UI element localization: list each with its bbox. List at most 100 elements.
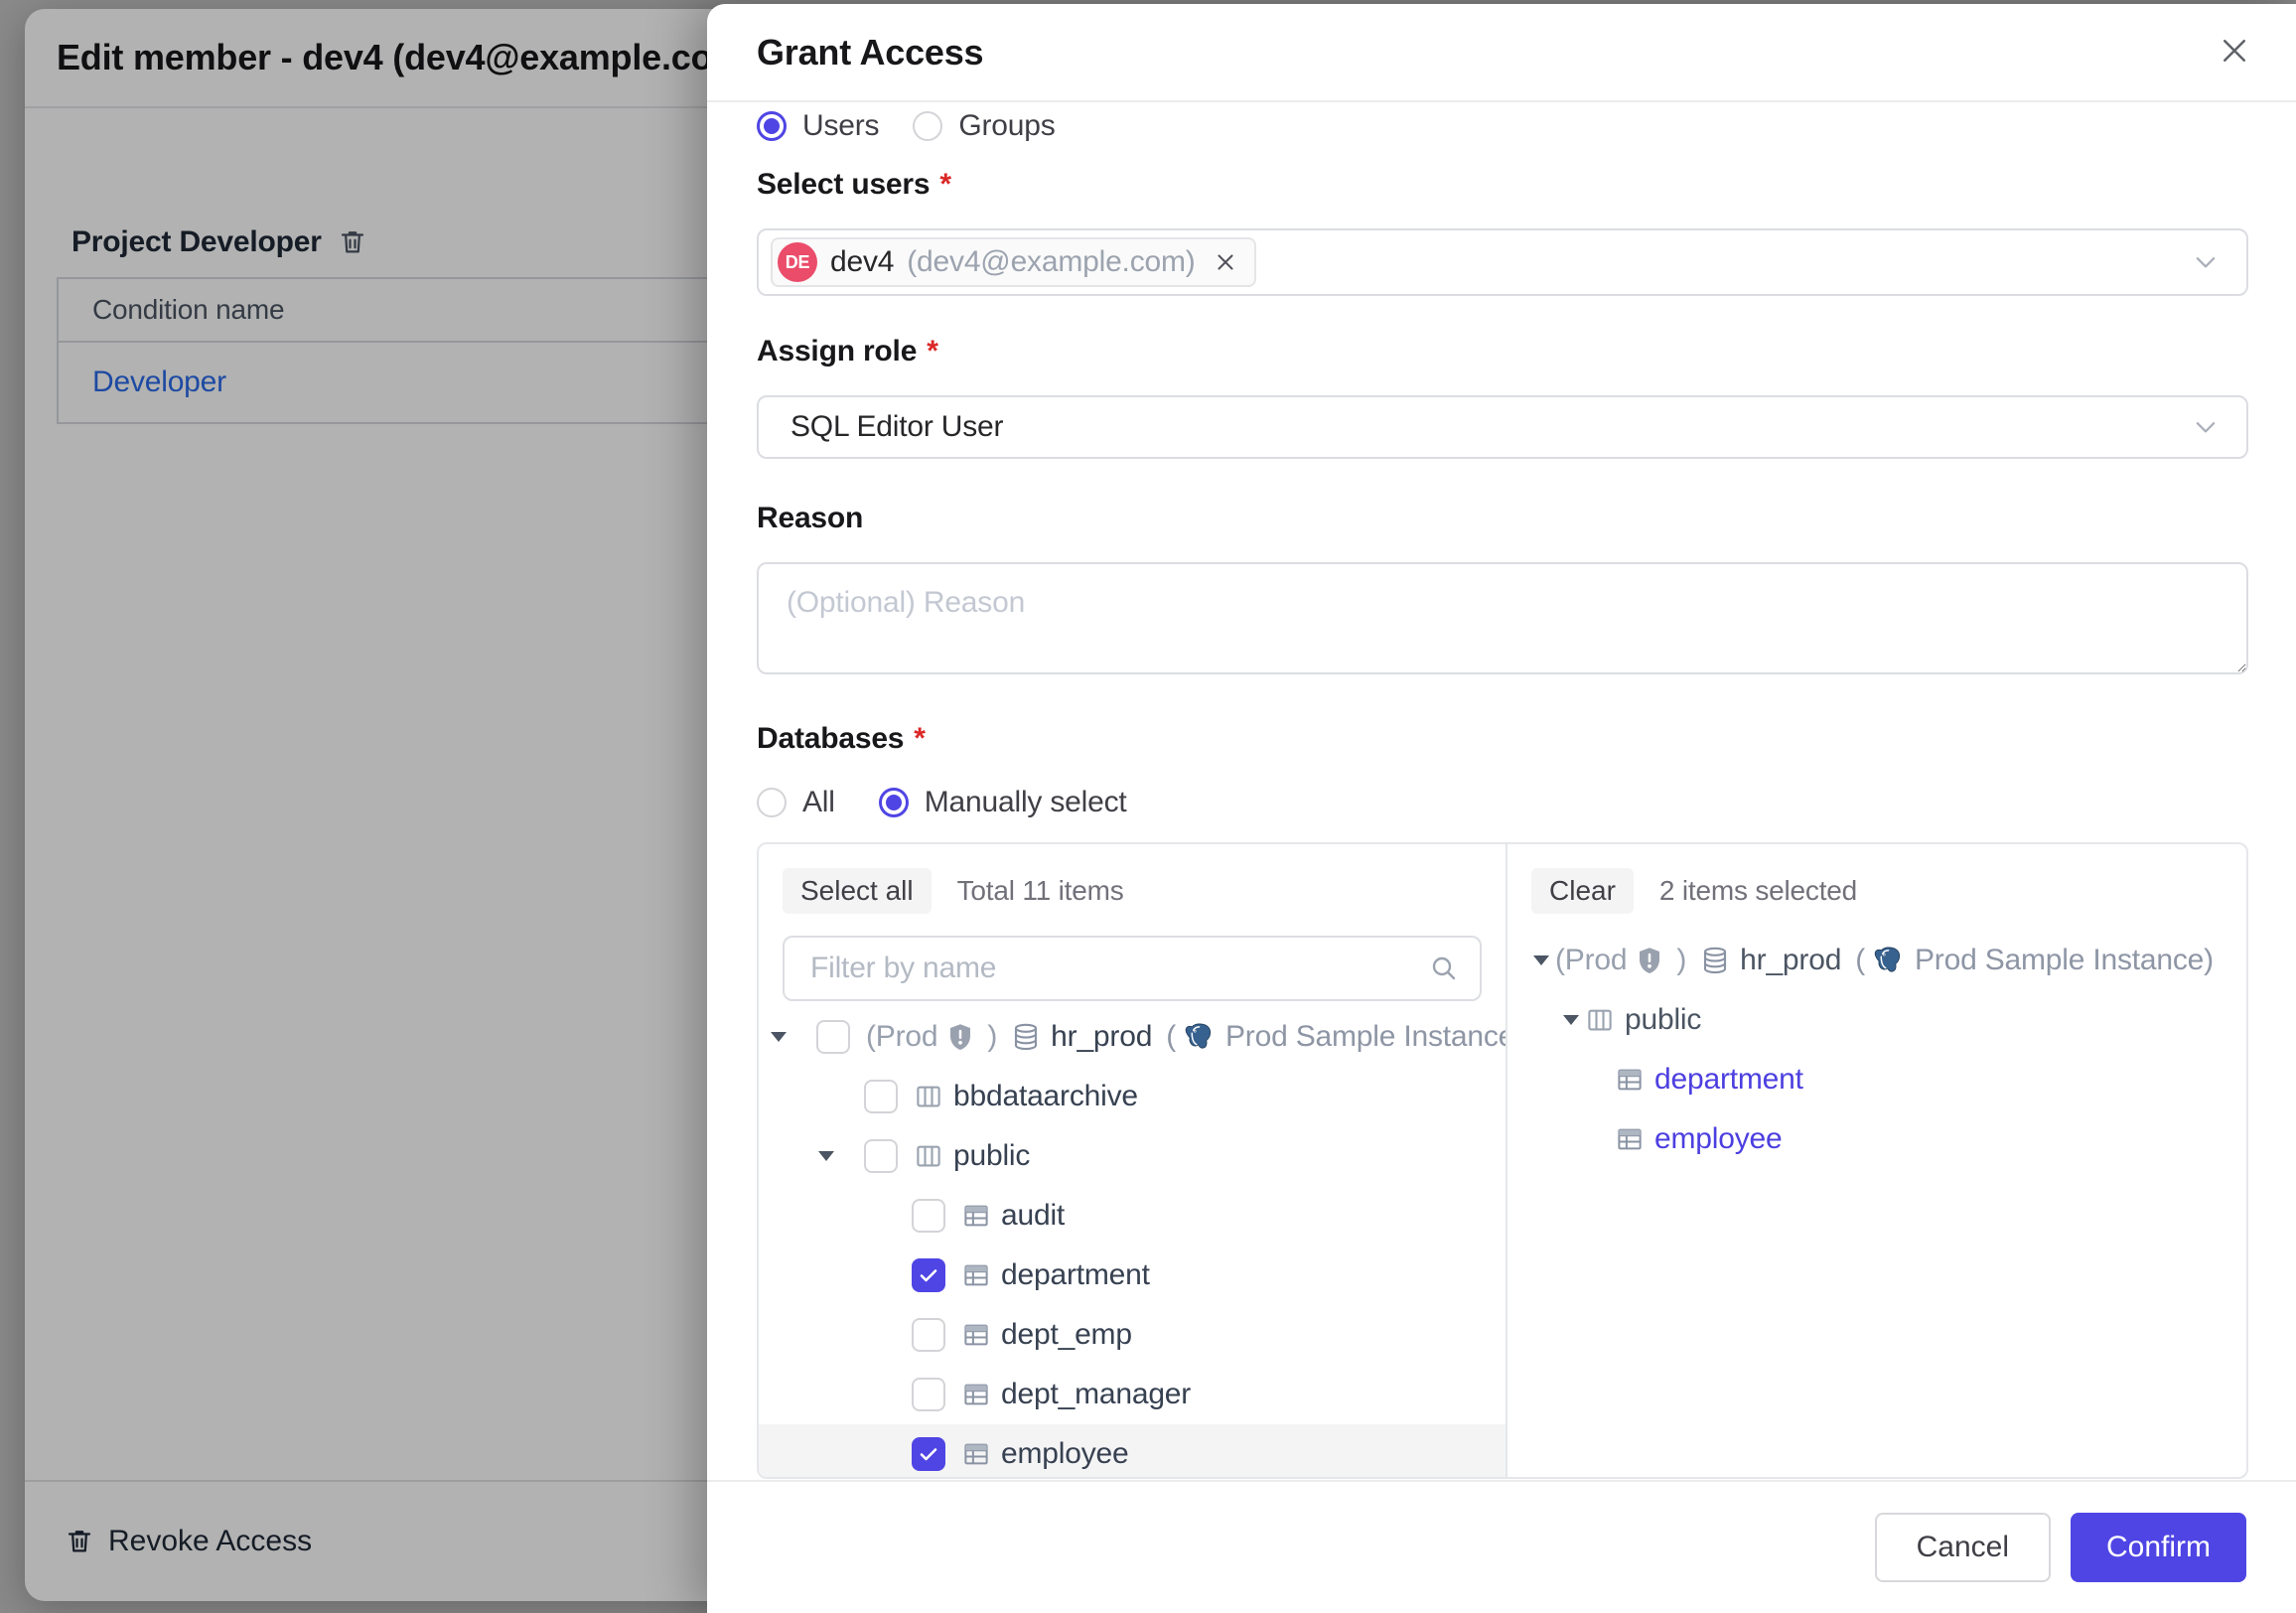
chevron-down-icon <box>2191 247 2221 277</box>
checkbox-department[interactable] <box>912 1258 945 1292</box>
total-items-label: Total 11 items <box>957 875 1124 907</box>
modal-header: Grant Access <box>707 4 2296 102</box>
select-all-button[interactable]: Select all <box>783 868 932 914</box>
tree-row-bbdataarchive[interactable]: bbdataarchive <box>759 1067 1506 1126</box>
tree-row-public[interactable]: public <box>1507 990 2246 1050</box>
table-icon <box>961 1201 991 1231</box>
table-icon <box>961 1439 991 1469</box>
checkbox-employee[interactable] <box>912 1437 945 1471</box>
tree-row-dept_manager[interactable]: dept_manager <box>759 1365 1506 1424</box>
user-email: (dev4@example.com) <box>907 245 1195 279</box>
clear-button[interactable]: Clear <box>1531 868 1634 914</box>
environment-label: (Prod <box>1555 944 1627 977</box>
instance-label: Prod Sample Instance) <box>1225 1020 1506 1054</box>
selected-tree: (Prod) hr_prod ( Prod Sample Instance) publi… <box>1507 931 2246 1169</box>
environment-label-close: ) <box>1676 944 1686 977</box>
radio-groups[interactable] <box>913 111 942 141</box>
tree-item-label: employee <box>1001 1437 1128 1471</box>
tree-item-label: department <box>1654 1063 1803 1097</box>
tree-row-hr_prod[interactable]: (Prod)hr_prod(Prod Sample Instance) <box>759 1007 1506 1067</box>
tree-item-label: audit <box>1001 1199 1065 1233</box>
modal-footer: Cancel Confirm <box>707 1480 2296 1613</box>
table-icon <box>1615 1065 1645 1095</box>
tree-item-label: bbdataarchive <box>953 1080 1138 1113</box>
radio-users[interactable] <box>757 111 787 141</box>
tree-item-label: public <box>953 1139 1030 1173</box>
caret-down-icon[interactable] <box>1561 1013 1585 1027</box>
databases-label: Databases * <box>757 722 926 756</box>
schema-icon <box>1585 1005 1615 1035</box>
reason-label: Reason <box>757 502 863 535</box>
checkbox-bbdataarchive[interactable] <box>864 1080 898 1113</box>
tree-row-employee[interactable]: employee <box>759 1424 1506 1477</box>
instance-label-open: ( <box>1855 944 1865 977</box>
grant-access-modal: Grant Access Users Groups Select users *… <box>707 4 2296 1613</box>
filter-input[interactable] <box>783 936 1482 1001</box>
tree-row-employee[interactable]: employee <box>1507 1109 2246 1169</box>
checkbox-audit[interactable] <box>912 1199 945 1233</box>
postgres-icon <box>1873 945 1905 976</box>
tree-item-label: hr_prod <box>1051 1020 1152 1054</box>
database-transfer-panel: Select all Total 11 items (Prod)hr_prod(… <box>757 842 2248 1479</box>
tree-row-hr_prod[interactable]: (Prod) hr_prod ( Prod Sample Instance) <box>1507 931 2246 990</box>
close-icon <box>2217 33 2252 72</box>
user-name: dev4 <box>830 245 894 279</box>
caret-down-icon[interactable] <box>769 1030 816 1044</box>
radio-all-label[interactable]: All <box>802 786 835 819</box>
environment-label: (Prod <box>866 1020 937 1054</box>
shield-icon <box>945 1022 975 1052</box>
assign-role-label: Assign role * <box>757 335 938 368</box>
tree-item-label: dept_manager <box>1001 1378 1191 1411</box>
database-icon <box>1011 1022 1041 1052</box>
transfer-source-pane: Select all Total 11 items (Prod)hr_prod(… <box>759 844 1506 1477</box>
tree-row-department[interactable]: department <box>759 1246 1506 1305</box>
tree-item-label: employee <box>1654 1122 1782 1156</box>
schema-icon <box>914 1082 943 1111</box>
confirm-button[interactable]: Confirm <box>2071 1513 2246 1582</box>
databases-radio-group: All Manually select <box>757 780 1127 825</box>
caret-down-icon[interactable] <box>1531 953 1555 967</box>
tree-item-label: dept_emp <box>1001 1318 1132 1352</box>
assign-role-select[interactable]: SQL Editor User <box>757 395 2248 459</box>
radio-manually-select[interactable] <box>879 788 909 817</box>
remove-tag-icon[interactable] <box>1213 249 1238 275</box>
modal-title: Grant Access <box>757 32 983 73</box>
selected-user-tag: DE dev4 (dev4@example.com) <box>771 237 1256 287</box>
select-users-field[interactable]: DE dev4 (dev4@example.com) <box>757 228 2248 296</box>
required-mark: * <box>939 168 950 202</box>
cancel-button[interactable]: Cancel <box>1875 1513 2051 1582</box>
environment-label-close: ) <box>987 1020 997 1054</box>
radio-groups-label[interactable]: Groups <box>958 109 1055 143</box>
assign-role-value: SQL Editor User <box>790 410 1003 444</box>
tree-row-department[interactable]: department <box>1507 1050 2246 1109</box>
shield-icon <box>1635 946 1664 975</box>
tree-item-label: hr_prod <box>1740 944 1841 977</box>
tree-row-dept_emp[interactable]: dept_emp <box>759 1305 1506 1365</box>
search-icon <box>1428 953 1460 984</box>
radio-manually-select-label[interactable]: Manually select <box>925 786 1127 819</box>
tree-row-public[interactable]: public <box>759 1126 1506 1186</box>
close-button[interactable] <box>2211 29 2258 76</box>
reason-textarea[interactable] <box>757 562 2248 674</box>
checkbox-dept_emp[interactable] <box>912 1318 945 1352</box>
database-icon <box>1700 946 1730 975</box>
radio-users-label[interactable]: Users <box>802 109 879 143</box>
selected-items-label: 2 items selected <box>1659 875 1857 907</box>
tree-row-audit[interactable]: audit <box>759 1186 1506 1246</box>
postgres-icon <box>1184 1021 1216 1053</box>
schema-icon <box>914 1141 943 1171</box>
table-icon <box>961 1260 991 1290</box>
principal-type-radio-group: Users Groups <box>757 103 1056 149</box>
radio-all[interactable] <box>757 788 787 817</box>
required-mark: * <box>914 722 925 756</box>
checkbox-dept_manager[interactable] <box>912 1378 945 1411</box>
tree-item-label: department <box>1001 1258 1150 1292</box>
checkbox-public[interactable] <box>864 1139 898 1173</box>
select-users-label: Select users * <box>757 168 951 202</box>
checkbox-hr_prod[interactable] <box>816 1020 850 1054</box>
table-icon <box>1615 1124 1645 1154</box>
caret-down-icon[interactable] <box>816 1149 864 1163</box>
instance-label: Prod Sample Instance) <box>1915 944 2214 977</box>
source-tree: (Prod)hr_prod(Prod Sample Instance)bbdat… <box>759 1007 1506 1477</box>
table-icon <box>961 1380 991 1409</box>
